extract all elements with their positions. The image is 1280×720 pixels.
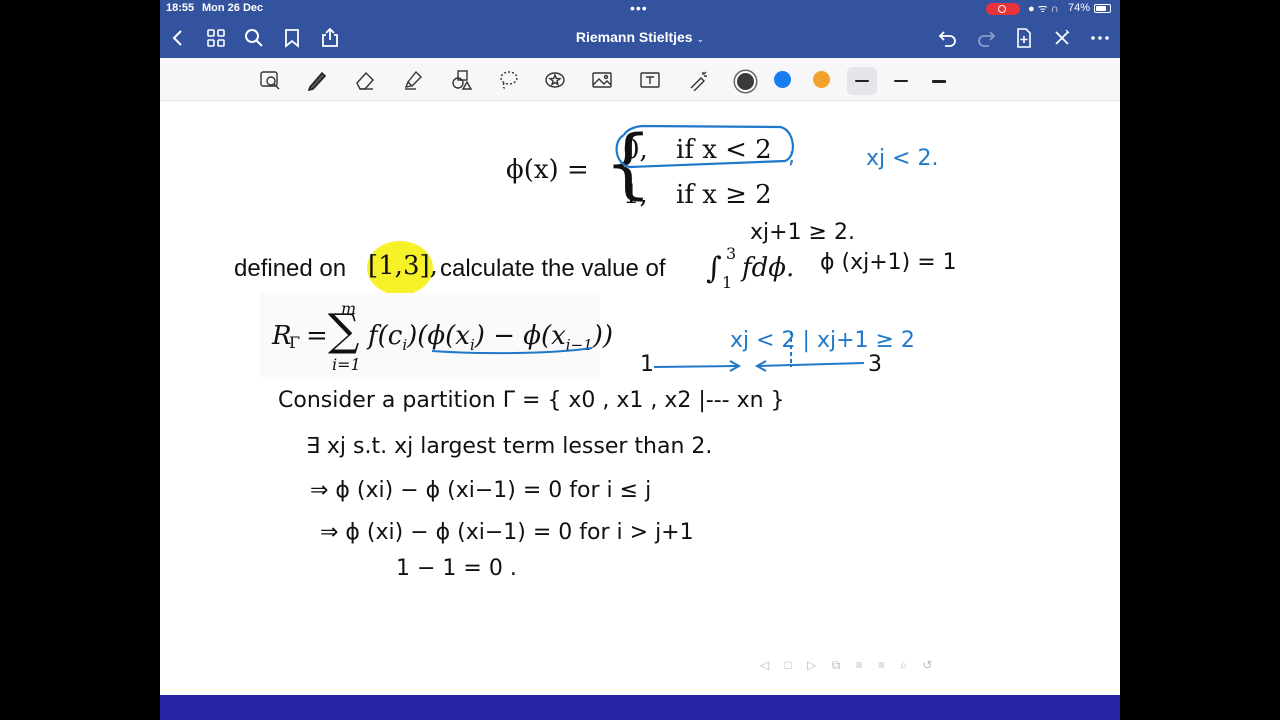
chevron-down-icon: ⌄ [696,34,705,44]
document-title-text: Riemann Stieltjes [575,29,693,45]
hw-last-line: 1 − 1 = 0 . [396,556,517,581]
status-bar: 18:55 Mon 26 Dec ••• ● ᯤ ∩ 74% [160,0,1120,18]
hw-implies-two: ⇒ ϕ (xi) − ϕ (xi−1) = 0 for i > j+1 [320,520,694,545]
ink-arrow [653,365,739,368]
ink-underline [431,347,593,355]
stroke-width-thin[interactable] [847,67,877,95]
page-navigation-icons[interactable]: ◁ □ ▷ ⧉ ≡ ≡ ⌕ ↺ [760,658,938,673]
note-page[interactable]: ϕ(x) = { 0, if x < 2 1, if x ≥ 2 defined… [160,101,1120,695]
screen-recording-icon [986,3,1020,15]
hw-partition: Consider a partition Γ = { x0 , x1 , x2 … [278,388,785,413]
clock: 18:55 [166,2,195,14]
hw-number-line-label: xj < 2 | xj+1 ≥ 2 [730,328,915,353]
hw-nl-right: 3 [868,352,882,377]
color-swatch-blue[interactable] [774,71,791,88]
close-icon[interactable] [1050,26,1074,50]
battery-icon [1094,4,1111,13]
hw-implies-one: ⇒ ϕ (xi) − ϕ (xi−1) = 0 for i ≤ j [310,478,651,503]
hw-xj-lt-2: xj < 2. [866,146,939,171]
hw-exists: ∃ xj s.t. xj largest term lesser than 2. [306,434,712,459]
lasso-icon[interactable] [496,67,522,93]
hw-nl-left: 1 [640,352,654,377]
battery-percent: 74% [1068,2,1091,14]
shapes-icon[interactable] [448,67,474,93]
color-swatch-black[interactable] [735,71,756,92]
lasso-zoom-icon[interactable] [257,67,283,93]
drawing-toolbar [160,58,1120,101]
pen-icon[interactable] [304,67,330,93]
hw-xj1-ge-2: xj+1 ≥ 2. [750,220,855,245]
laser-pointer-icon[interactable] [685,67,711,93]
stroke-width-medium[interactable] [886,67,916,95]
sticker-icon[interactable] [542,67,568,93]
redo-icon[interactable] [974,26,998,50]
ink-layer: ; xj < 2. xj+1 ≥ 2. ϕ (xj+1) = 1 xj < 2 … [278,124,957,581]
multitasking-dots-icon[interactable]: ••• [630,0,648,16]
hw-phi-xj1: ϕ (xj+1) = 1 [820,250,957,275]
eraser-icon[interactable] [352,67,378,93]
stroke-width-thick[interactable] [924,67,954,95]
wifi-icon: ● ᯤ ∩ [1028,3,1059,15]
ink-arrow [757,362,865,367]
highlighter-icon[interactable] [400,67,426,93]
text-icon[interactable] [637,67,663,93]
app-window: 18:55 Mon 26 Dec ••• ● ᯤ ∩ 74% Riemann S… [160,0,1120,720]
image-icon[interactable] [589,67,615,93]
footer-bar [160,695,1120,720]
color-swatch-orange[interactable] [813,71,830,88]
add-page-icon[interactable] [1012,26,1036,50]
date: Mon 26 Dec [202,2,264,14]
more-icon[interactable] [1088,26,1112,50]
undo-icon[interactable] [936,26,960,50]
navigation-bar: Riemann Stieltjes ⌄ [160,18,1120,58]
ink-loop [615,124,794,169]
ink-mark: ; [788,144,795,169]
